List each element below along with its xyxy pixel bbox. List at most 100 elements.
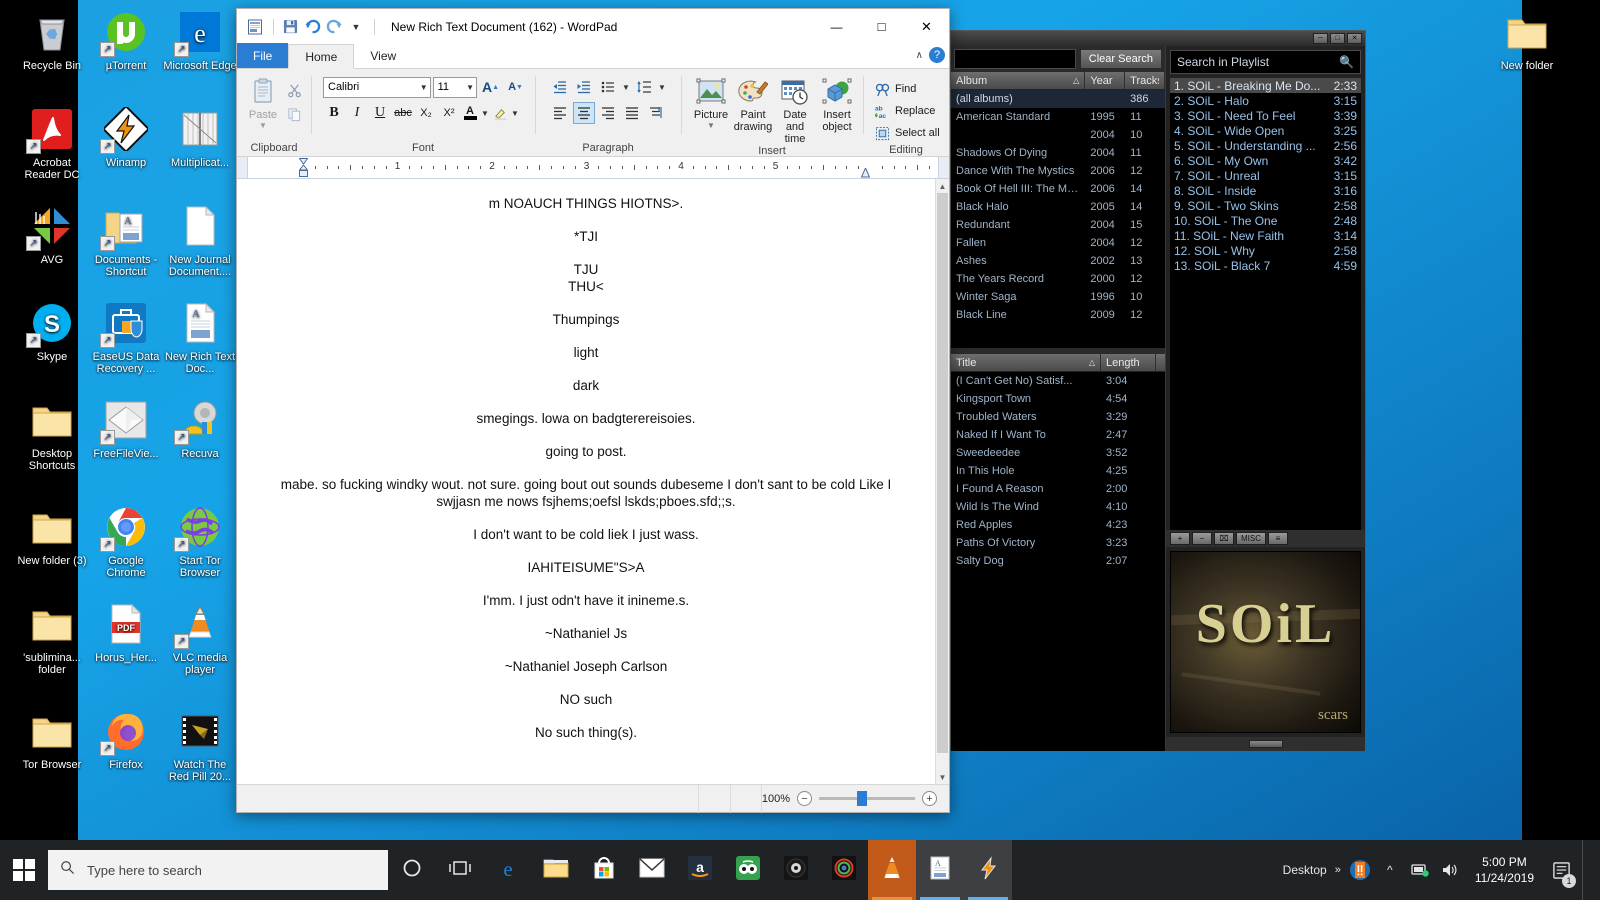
save-icon[interactable] [280,17,300,37]
playlist-item[interactable]: 13. SOiL - Black 7 4:59 [1170,258,1361,273]
taskbar-item-avg[interactable] [772,840,820,900]
playlist-button-bar[interactable]: + − ⌧ MISC ≡ [1166,530,1365,547]
document-page[interactable]: m NOAUCH THINGS HIOTNS>. *TJI TJU THU< Thump… [237,179,935,784]
album-column-header[interactable]: Album △ [951,72,1086,89]
desktop-icon-sublimina-folder[interactable]: 'sublimina... folder [15,600,89,676]
desktop-icon-freefilevie[interactable]: FreeFileVie... [89,396,163,460]
winamp-maximize-button[interactable]: □ [1330,33,1345,44]
ribbon-tab-bar[interactable]: File Home View ∧ ? [237,43,949,69]
first-line-indent-marker[interactable] [299,158,308,165]
paint-drawing-button[interactable]: Paint drawing [733,75,773,133]
desktop-icon-new-folder-3[interactable]: New folder (3) [15,503,89,567]
network-icon[interactable] [1409,840,1431,900]
search-input[interactable]: Type here to search [48,850,388,890]
ribbon[interactable]: Paste ▼ Clipboard Calibri ▼ 11 ▼ A ▲ A ▼… [237,69,949,157]
taskbar-item-wordpad[interactable]: A [916,840,964,900]
desktop-icon-recycle-bin[interactable]: Recycle Bin [15,8,89,72]
show-desktop-button[interactable] [1582,840,1590,900]
align-center-icon[interactable] [573,102,595,124]
album-row[interactable]: (all albums) 386 [951,90,1165,108]
start-button[interactable] [0,840,48,900]
insert-object-button[interactable]: Insert object [817,75,857,133]
line-spacing-icon[interactable] [633,76,655,98]
playlist-button-1[interactable]: − [1192,532,1212,545]
document-area[interactable]: m NOAUCH THINGS HIOTNS>. *TJI TJU THU< Thump… [237,179,949,784]
library-search-input[interactable] [954,49,1076,69]
superscript-button[interactable]: X² [438,102,460,124]
bullets-icon[interactable] [597,76,619,98]
playlist-item[interactable]: 10. SOiL - The One 2:48 [1170,213,1361,228]
playlist-item[interactable]: 8. SOiL - Inside 3:16 [1170,183,1361,198]
desktop-icon-google-chrome[interactable]: Google Chrome [89,503,163,579]
playlist-button-3[interactable]: MISC [1236,532,1266,545]
desktop-icon-desktop-shortcuts[interactable]: Desktop Shortcuts [15,396,89,472]
scrollbar-thumb[interactable] [937,193,948,753]
align-left-icon[interactable] [549,102,571,124]
desktop-icon-winamp[interactable]: Winamp [89,105,163,169]
customize-qat-icon[interactable]: ▼ [346,17,366,37]
collapse-ribbon-icon[interactable]: ∧ [916,50,923,61]
album-row[interactable]: Ashes 2002 13 [951,252,1165,270]
paste-button[interactable]: Paste ▼ [243,75,283,130]
desktop-icon-watch-the-red-pill-20[interactable]: Watch The Red Pill 20... [163,707,237,783]
taskbar-item-microsoft-edge[interactable]: e [484,840,532,900]
winamp-media-library[interactable]: Clear Search Album △ Year Tracks (all album… [951,46,1166,751]
taskbar-item-cortana[interactable] [388,840,436,900]
taskbar-item-mail[interactable] [628,840,676,900]
album-row[interactable]: Winter Saga 1996 10 [951,288,1165,306]
taskbar-item-vlc-media-player[interactable] [868,840,916,900]
playlist-button-2[interactable]: ⌧ [1214,532,1234,545]
winamp-close-button[interactable]: ✕ [1347,33,1362,44]
cut-icon[interactable] [283,79,305,101]
winamp-titlebar[interactable]: ─ □ ✕ [951,31,1365,46]
right-indent-marker[interactable] [861,168,870,178]
track-row[interactable]: Red Apples 4:23 [951,516,1165,534]
align-right-icon[interactable] [597,102,619,124]
playlist-item[interactable]: 4. SOiL - Wide Open 3:25 [1170,123,1361,138]
track-row[interactable]: Sweedeedee 3:52 [951,444,1165,462]
playlist-button-0[interactable]: + [1170,532,1190,545]
album-row[interactable]: American Standard 1995 11 [951,108,1165,126]
bullets-dropdown[interactable]: ▼ [621,76,631,98]
volume-icon[interactable] [1439,840,1461,900]
taskbar-item-tripadvisor[interactable] [724,840,772,900]
undo-icon[interactable] [302,17,322,37]
highlight-dropdown[interactable]: ▼ [510,102,520,124]
taskbar-item-task-view[interactable] [436,840,484,900]
winamp-resize-grip-bar[interactable] [1166,737,1365,751]
line-spacing-dropdown[interactable]: ▼ [657,76,667,98]
help-icon[interactable]: ? [929,47,945,63]
desktop-icon-recuva[interactable]: Recuva [163,396,237,460]
album-row[interactable]: Shadows Of Dying 2004 11 [951,144,1165,162]
date-and-time-button[interactable]: Date and time [775,75,815,145]
minimize-button[interactable]: — [814,9,859,44]
track-column-header[interactable]: Title △ [951,354,1101,371]
desktop-icon-new-folder[interactable]: New folder [1490,8,1564,72]
redo-icon[interactable] [324,17,344,37]
picture-button[interactable]: Picture ▼ [691,75,731,130]
resize-grip[interactable] [1248,740,1283,748]
desktop-icon-torrent[interactable]: µTorrent [89,8,163,72]
album-row[interactable]: Black Halo 2005 14 [951,198,1165,216]
track-row[interactable]: (I Can't Get No) Satisf... 3:04 [951,372,1165,390]
taskbar-item-microsoft-store[interactable] [580,840,628,900]
playlist-item[interactable]: 7. SOiL - Unreal 3:15 [1170,168,1361,183]
desktop-icon-multiplicat[interactable]: Multiplicat... [163,105,237,169]
playlist-items[interactable]: 1. SOiL - Breaking Me Do... 2:33 2. SOiL -… [1170,78,1361,530]
overflow-icon[interactable]: » [1335,864,1341,876]
zoom-in-button[interactable]: + [922,791,938,806]
text-color-dropdown[interactable]: ▼ [480,102,490,124]
album-table-header[interactable]: Album △ Year Tracks [951,72,1165,90]
maximize-button[interactable]: □ [859,9,904,44]
album-row[interactable]: Book Of Hell III: The Mo... 2006 14 [951,180,1165,198]
text-color-button[interactable]: A [461,102,479,124]
taskbar-item-media[interactable] [820,840,868,900]
album-column-header[interactable]: Tracks [1125,72,1165,89]
track-row[interactable]: Naked If I Want To 2:47 [951,426,1165,444]
track-column-header[interactable]: Length [1101,354,1156,371]
library-search-bar[interactable]: Clear Search [951,46,1165,72]
playlist-item[interactable]: 11. SOiL - New Faith 3:14 [1170,228,1361,243]
album-table-body[interactable]: (all albums) 386 American Standard 1995 11 20… [951,90,1165,348]
track-row[interactable]: In This Hole 4:25 [951,462,1165,480]
underline-button[interactable]: U [369,102,391,124]
